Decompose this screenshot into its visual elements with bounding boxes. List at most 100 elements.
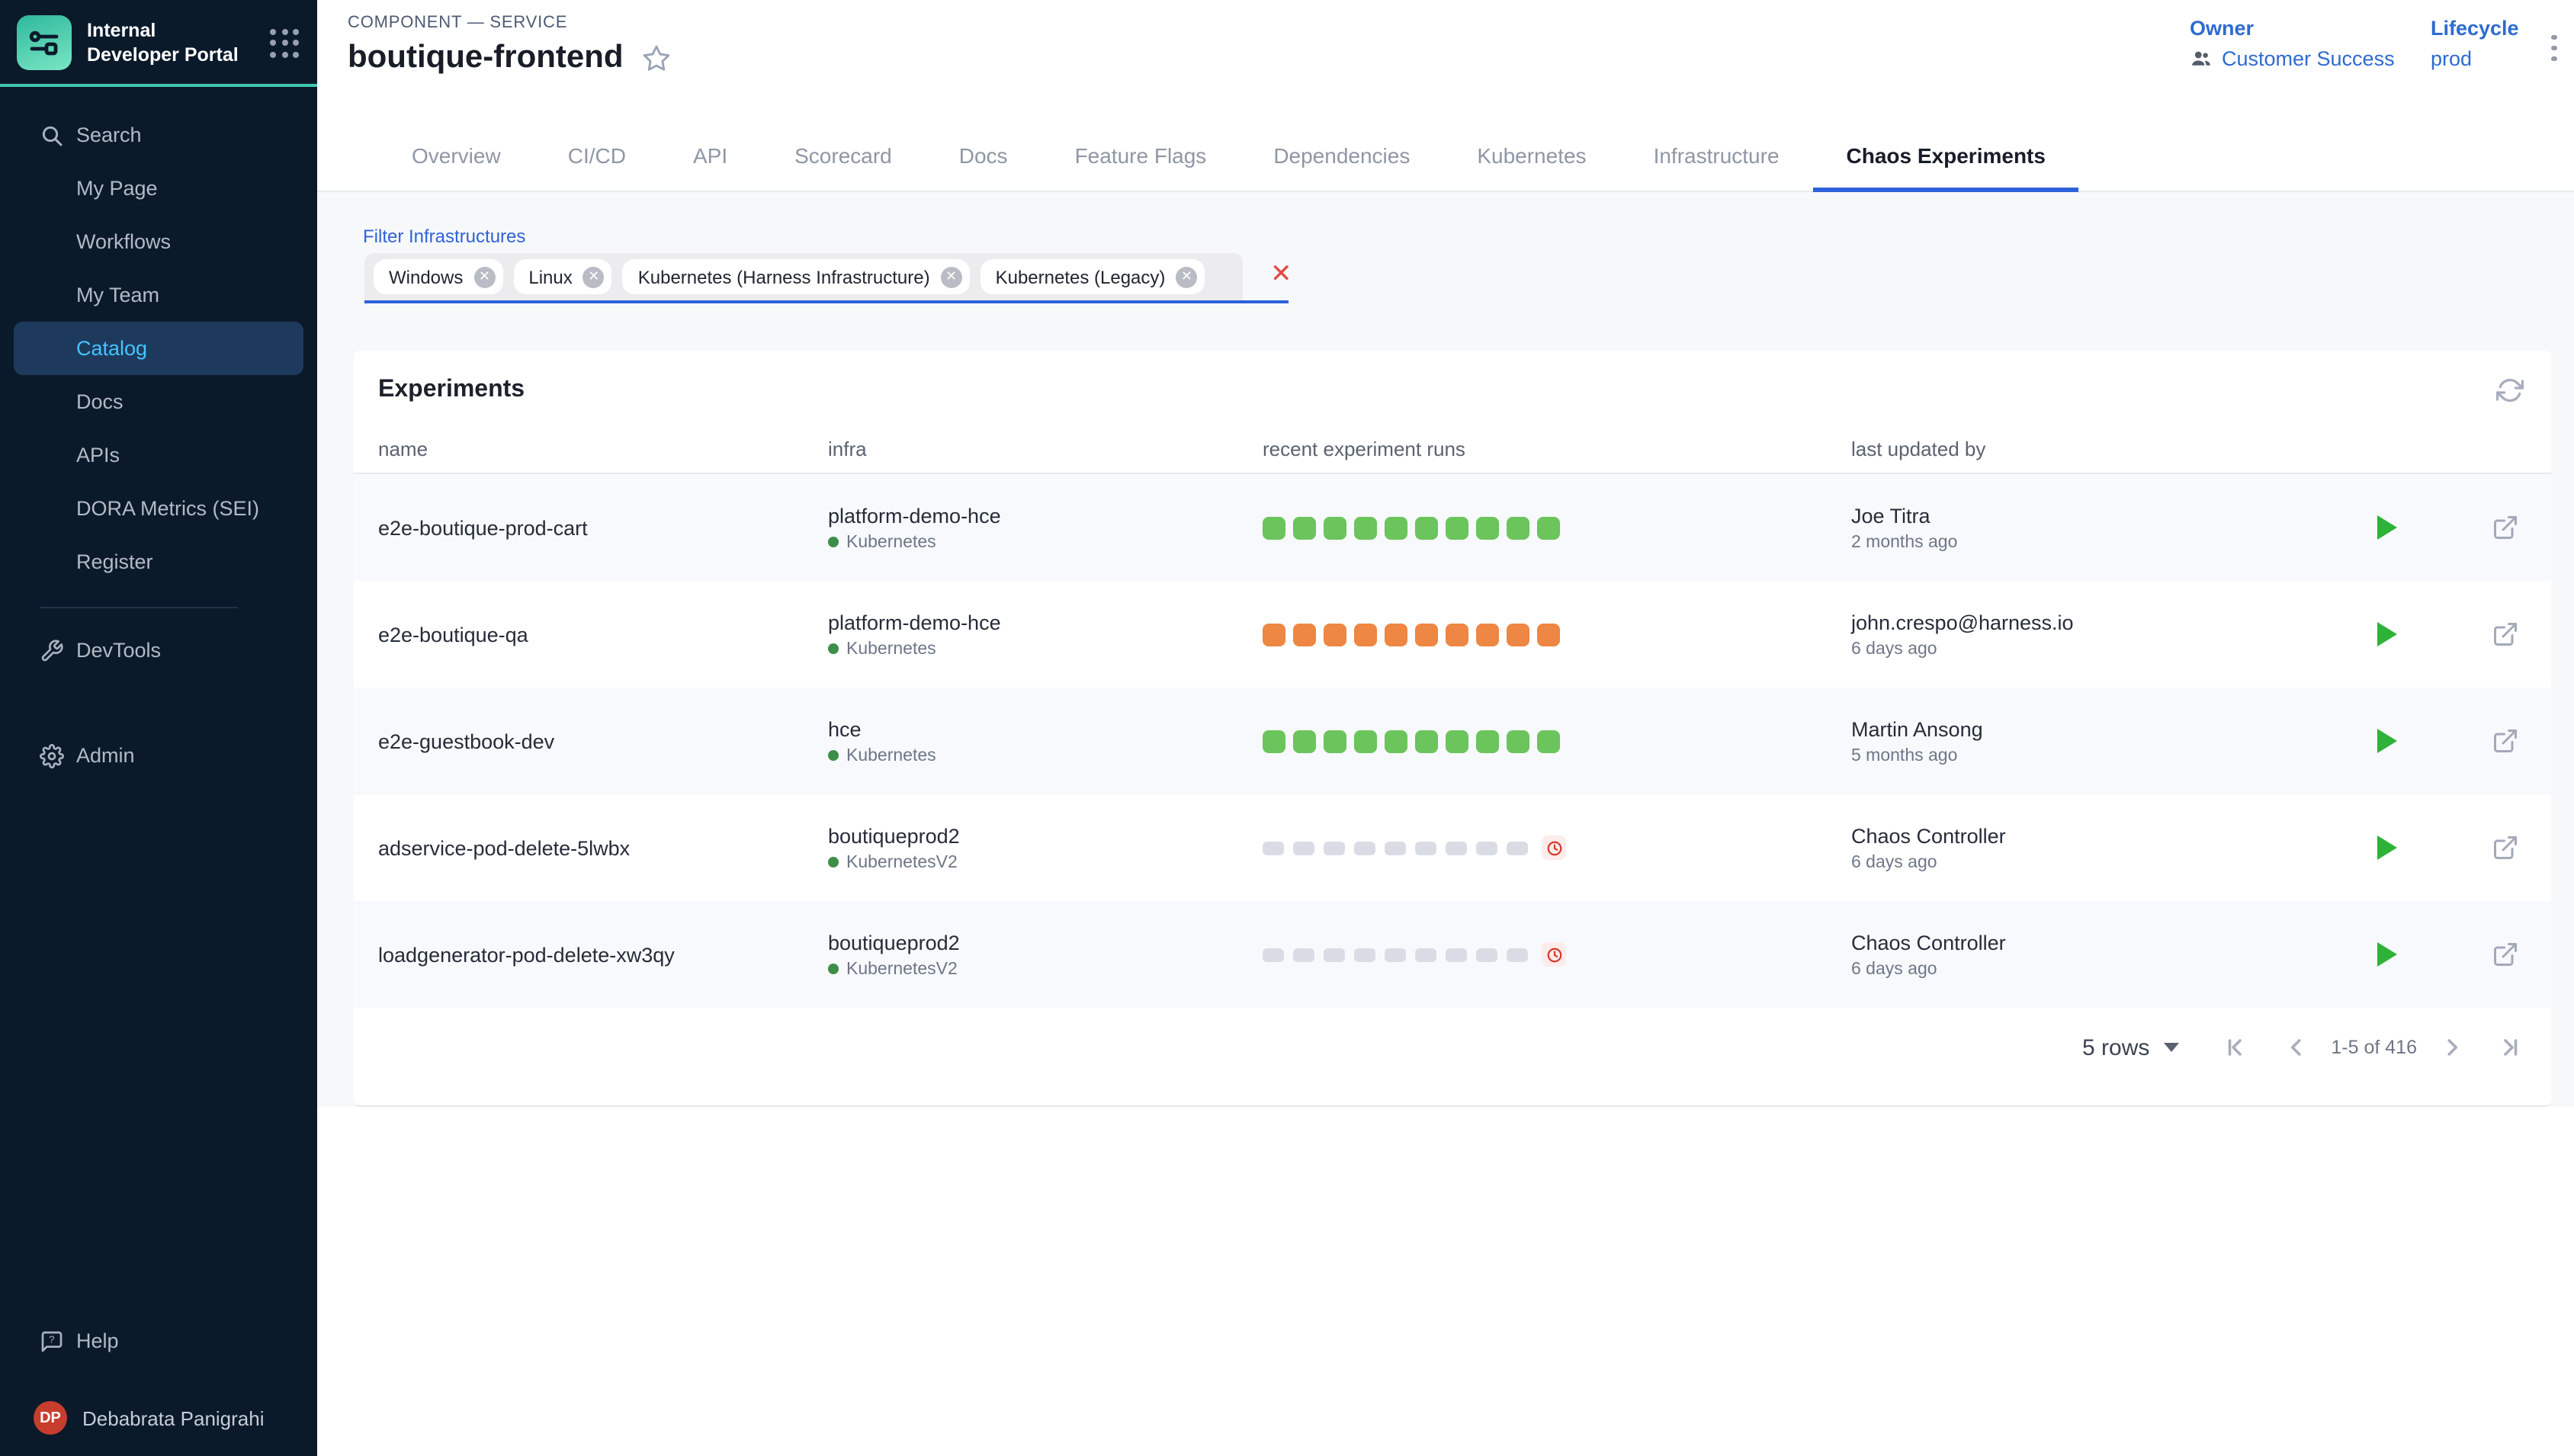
sidebar-item-devtools[interactable]: DevTools <box>0 624 317 677</box>
run-square-passed[interactable] <box>1537 730 1560 752</box>
chip-remove-icon[interactable]: ✕ <box>473 266 495 287</box>
open-experiment-icon[interactable] <box>2492 727 2519 755</box>
infrastructure-filter-input[interactable]: Windows✕Linux✕Kubernetes (Harness Infras… <box>364 253 1243 300</box>
run-square-pending[interactable] <box>1324 948 1345 961</box>
run-square-pending[interactable] <box>1324 841 1345 855</box>
run-square-passed[interactable] <box>1507 516 1529 539</box>
run-square-pending[interactable] <box>1476 948 1497 961</box>
run-square-warning[interactable] <box>1476 623 1499 646</box>
tab-scorecard[interactable]: Scorecard <box>761 119 926 191</box>
tab-kubernetes[interactable]: Kubernetes <box>1443 119 1619 191</box>
run-square-pending[interactable] <box>1293 841 1314 855</box>
run-square-pending[interactable] <box>1415 948 1436 961</box>
user-menu[interactable]: DP Debabrata Panigrahi <box>0 1386 317 1435</box>
run-square-warning[interactable] <box>1263 623 1285 646</box>
run-square-passed[interactable] <box>1263 730 1285 752</box>
owner-link[interactable]: Customer Success <box>2222 47 2395 70</box>
tab-feature-flags[interactable]: Feature Flags <box>1041 119 1240 191</box>
run-square-warning[interactable] <box>1415 623 1438 646</box>
run-square-passed[interactable] <box>1354 516 1377 539</box>
run-square-warning[interactable] <box>1293 623 1316 646</box>
run-square-pending[interactable] <box>1446 841 1467 855</box>
last-page-icon[interactable] <box>2496 1034 2524 1061</box>
run-square-passed[interactable] <box>1354 730 1377 752</box>
run-square-passed[interactable] <box>1293 516 1316 539</box>
sidebar-item-docs[interactable]: Docs <box>0 375 317 428</box>
run-square-passed[interactable] <box>1446 730 1468 752</box>
previous-page-icon[interactable] <box>2282 1034 2309 1061</box>
run-square-pending[interactable] <box>1293 948 1314 961</box>
run-experiment-play-button[interactable] <box>2377 942 2397 967</box>
run-square-passed[interactable] <box>1537 516 1560 539</box>
sidebar-item-apis[interactable]: APIs <box>0 428 317 482</box>
open-experiment-icon[interactable] <box>2492 514 2519 541</box>
first-page-icon[interactable] <box>2221 1034 2248 1061</box>
run-timeout-clock-icon[interactable] <box>1542 942 1566 967</box>
tab-ci-cd[interactable]: CI/CD <box>534 119 660 191</box>
chip-remove-icon[interactable]: ✕ <box>1176 266 1197 287</box>
run-square-passed[interactable] <box>1324 516 1346 539</box>
run-experiment-play-button[interactable] <box>2377 835 2397 860</box>
run-square-pending[interactable] <box>1354 841 1375 855</box>
run-square-warning[interactable] <box>1537 623 1560 646</box>
run-square-warning[interactable] <box>1385 623 1407 646</box>
sidebar-item-help[interactable]: ? Help <box>0 1314 317 1368</box>
clear-filters-icon[interactable]: ✕ <box>1270 259 1292 290</box>
run-square-passed[interactable] <box>1476 516 1499 539</box>
run-square-passed[interactable] <box>1385 516 1407 539</box>
run-square-passed[interactable] <box>1263 516 1285 539</box>
open-experiment-icon[interactable] <box>2492 834 2519 861</box>
run-square-warning[interactable] <box>1324 623 1346 646</box>
sidebar-item-catalog[interactable]: Catalog <box>14 322 303 375</box>
run-square-pending[interactable] <box>1354 948 1375 961</box>
run-square-pending[interactable] <box>1415 841 1436 855</box>
sidebar-item-search[interactable]: Search <box>0 108 317 162</box>
run-timeout-clock-icon[interactable] <box>1542 835 1566 860</box>
chip-remove-icon[interactable]: ✕ <box>941 266 962 287</box>
run-square-passed[interactable] <box>1446 516 1468 539</box>
rows-per-page-select[interactable]: 5 rows <box>2082 1034 2178 1060</box>
filter-infrastructures-label[interactable]: Filter Infrastructures <box>363 226 525 247</box>
run-square-passed[interactable] <box>1385 730 1407 752</box>
chip-remove-icon[interactable]: ✕ <box>583 266 605 287</box>
run-square-pending[interactable] <box>1385 948 1406 961</box>
run-square-warning[interactable] <box>1507 623 1529 646</box>
open-experiment-icon[interactable] <box>2492 941 2519 968</box>
run-square-pending[interactable] <box>1263 948 1284 961</box>
run-square-passed[interactable] <box>1324 730 1346 752</box>
apps-grid-icon[interactable] <box>270 28 299 57</box>
run-square-pending[interactable] <box>1507 841 1528 855</box>
next-page-icon[interactable] <box>2438 1034 2466 1061</box>
run-square-warning[interactable] <box>1446 623 1468 646</box>
run-square-passed[interactable] <box>1415 516 1438 539</box>
tab-infrastructure[interactable]: Infrastructure <box>1620 119 1813 191</box>
run-square-pending[interactable] <box>1385 841 1406 855</box>
tab-chaos-experiments[interactable]: Chaos Experiments <box>1813 119 2079 191</box>
run-square-passed[interactable] <box>1415 730 1438 752</box>
favorite-star-icon[interactable] <box>642 43 671 72</box>
tab-api[interactable]: API <box>660 119 761 191</box>
sidebar-item-admin[interactable]: Admin <box>0 729 317 782</box>
sidebar-item-my-page[interactable]: My Page <box>0 162 317 215</box>
run-square-passed[interactable] <box>1293 730 1316 752</box>
kebab-menu-icon[interactable] <box>2540 26 2568 69</box>
run-square-pending[interactable] <box>1446 948 1467 961</box>
tab-overview[interactable]: Overview <box>378 119 534 191</box>
run-square-pending[interactable] <box>1507 948 1528 961</box>
run-experiment-play-button[interactable] <box>2377 515 2397 540</box>
sidebar-item-my-team[interactable]: My Team <box>0 268 317 322</box>
tab-dependencies[interactable]: Dependencies <box>1240 119 1443 191</box>
run-experiment-play-button[interactable] <box>2377 622 2397 646</box>
open-experiment-icon[interactable] <box>2492 621 2519 648</box>
sidebar-item-workflows[interactable]: Workflows <box>0 215 317 268</box>
run-square-passed[interactable] <box>1507 730 1529 752</box>
run-square-passed[interactable] <box>1476 730 1499 752</box>
run-square-pending[interactable] <box>1263 841 1284 855</box>
sidebar-item-register[interactable]: Register <box>0 535 317 588</box>
run-square-pending[interactable] <box>1476 841 1497 855</box>
run-experiment-play-button[interactable] <box>2377 729 2397 753</box>
tab-docs[interactable]: Docs <box>926 119 1041 191</box>
sidebar-item-dora-metrics-sei[interactable]: DORA Metrics (SEI) <box>0 482 317 535</box>
refresh-icon[interactable] <box>2496 377 2524 404</box>
run-square-warning[interactable] <box>1354 623 1377 646</box>
